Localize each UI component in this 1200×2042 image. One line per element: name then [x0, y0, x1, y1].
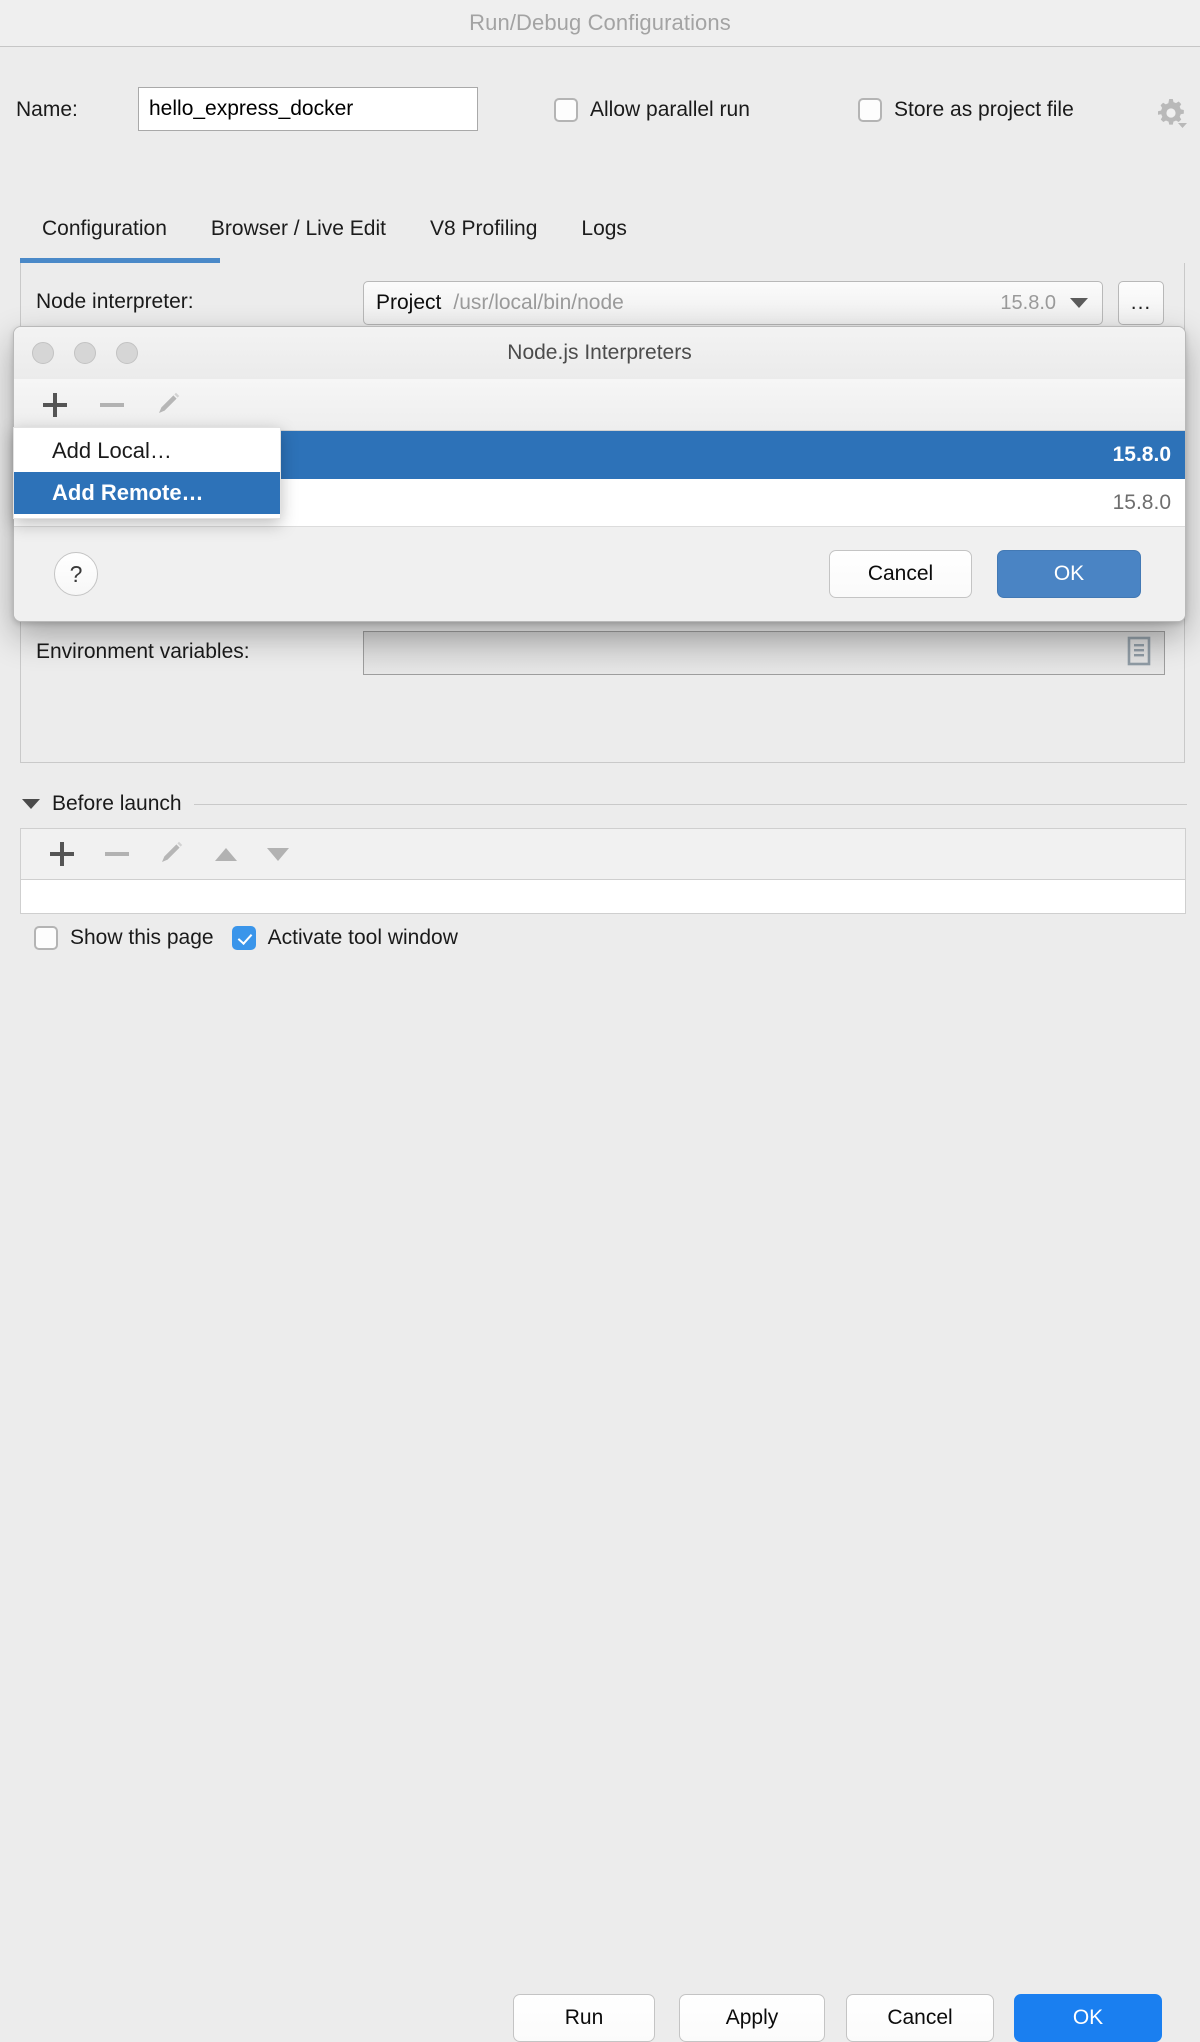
interpreter-scope: Project	[376, 291, 441, 315]
triangle-up-icon	[215, 848, 237, 861]
plus-icon[interactable]	[49, 841, 75, 867]
interpreter-row-version: 15.8.0	[1113, 443, 1171, 467]
interpreter-path: /usr/local/bin/node	[453, 291, 623, 315]
activate-tool-window-checkbox[interactable]: Activate tool window	[232, 926, 458, 950]
dialog-cancel-button[interactable]: Cancel	[829, 550, 972, 598]
divider	[194, 804, 1187, 805]
show-this-page-checkbox[interactable]: Show this page	[34, 926, 214, 950]
before-launch-list[interactable]	[20, 880, 1186, 914]
tab-browser-live-edit[interactable]: Browser / Live Edit	[189, 208, 408, 254]
before-launch-title: Before launch	[52, 792, 182, 816]
interpreter-row-version: 15.8.0	[1113, 491, 1171, 515]
allow-parallel-run-label: Allow parallel run	[590, 98, 750, 122]
help-button[interactable]: ?	[54, 552, 98, 596]
environment-variables-label: Environment variables:	[36, 640, 250, 664]
interpreter-version: 15.8.0	[1000, 292, 1056, 315]
tab-v8-profiling[interactable]: V8 Profiling	[408, 208, 559, 254]
triangle-down-icon	[267, 848, 289, 861]
run-debug-configurations-window: Run/Debug Configurations Name: Allow par…	[0, 0, 1200, 1064]
store-as-project-file-checkbox[interactable]: Store as project file	[858, 98, 1074, 122]
menu-item-add-remote[interactable]: Add Remote…	[14, 472, 280, 514]
page-title: Run/Debug Configurations	[469, 10, 731, 36]
window-titlebar: Run/Debug Configurations	[0, 0, 1200, 47]
checkbox-box[interactable]	[232, 926, 256, 950]
bottom-checkboxes: Show this page Activate tool window	[34, 926, 458, 950]
document-list-icon[interactable]	[1126, 636, 1152, 671]
minus-icon	[105, 852, 129, 856]
name-row: Name: Allow parallel run Store as projec…	[0, 84, 1200, 140]
ok-button[interactable]: OK	[1014, 1994, 1162, 2042]
apply-button[interactable]: Apply	[679, 1994, 825, 2042]
add-interpreter-context-menu[interactable]: Add Local… Add Remote…	[13, 427, 281, 519]
dialog-footer: ? Cancel OK	[14, 526, 1185, 621]
node-interpreter-label: Node interpreter:	[36, 290, 194, 314]
dialog-title: Node.js Interpreters	[14, 341, 1185, 365]
show-this-page-label: Show this page	[70, 926, 214, 950]
name-input[interactable]	[138, 87, 478, 131]
interpreters-toolbar[interactable]	[14, 379, 1185, 431]
tab-bar[interactable]: Configuration Browser / Live Edit V8 Pro…	[20, 208, 649, 256]
before-launch-header[interactable]: Before launch	[22, 790, 1187, 818]
activate-tool-window-label: Activate tool window	[268, 926, 458, 950]
tab-logs[interactable]: Logs	[559, 208, 649, 254]
menu-item-add-local[interactable]: Add Local…	[14, 430, 280, 472]
run-button[interactable]: Run	[513, 1994, 655, 2042]
dialog-titlebar: Node.js Interpreters	[14, 327, 1185, 380]
gear-icon[interactable]	[1155, 96, 1189, 130]
chevron-down-icon[interactable]	[1070, 298, 1088, 308]
node-interpreter-combobox[interactable]: Project /usr/local/bin/node 15.8.0	[363, 281, 1103, 325]
checkbox-box[interactable]	[34, 926, 58, 950]
dialog-ok-button[interactable]: OK	[997, 550, 1141, 598]
pencil-icon	[159, 841, 185, 867]
before-launch-toolbar[interactable]	[20, 828, 1186, 880]
store-as-project-file-label: Store as project file	[894, 98, 1074, 122]
checkbox-box[interactable]	[858, 98, 882, 122]
checkbox-box[interactable]	[554, 98, 578, 122]
plus-icon[interactable]	[42, 392, 68, 418]
triangle-down-icon[interactable]	[22, 799, 40, 809]
pencil-icon	[156, 392, 182, 418]
cancel-button[interactable]: Cancel	[846, 1994, 994, 2042]
tab-configuration[interactable]: Configuration	[20, 208, 189, 254]
minus-icon	[100, 403, 124, 407]
allow-parallel-run-checkbox[interactable]: Allow parallel run	[554, 98, 750, 122]
dialog-button-bar: Run Apply Cancel OK	[0, 992, 1200, 1064]
name-label: Name:	[16, 98, 78, 122]
environment-variables-field[interactable]	[363, 631, 1165, 675]
browse-interpreter-button[interactable]: ...	[1118, 281, 1164, 325]
